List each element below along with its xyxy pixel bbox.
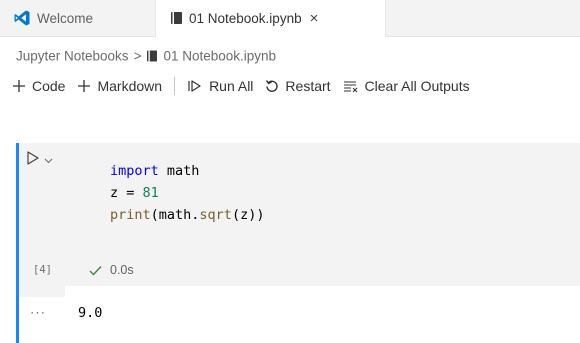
add-code-cell-button[interactable]: Code [6, 75, 71, 97]
code-token: (math. [150, 207, 200, 223]
output-more-actions-icon[interactable]: ··· [30, 305, 46, 320]
run-all-icon [187, 79, 203, 93]
code-number: 81 [142, 185, 159, 201]
cell-output: 9.0 [78, 305, 103, 321]
code-token: (z)) [231, 207, 265, 223]
toolbar-divider [174, 77, 176, 95]
breadcrumb: Jupyter Notebooks > 01 Notebook.ipynb [16, 49, 276, 64]
restart-button[interactable]: Restart [259, 75, 336, 97]
code-line: print(math.sqrt(z)) [110, 204, 264, 226]
notebook-toolbar: Code Markdown Run All Restart Clear All … [6, 75, 476, 97]
clear-all-outputs-label: Clear All Outputs [364, 78, 470, 94]
tab-welcome-label: Welcome [37, 10, 94, 26]
run-all-button[interactable]: Run All [181, 75, 259, 97]
code-token: z = [110, 185, 143, 201]
tab-notebook-label: 01 Notebook.ipynb [189, 10, 302, 26]
run-icon [26, 150, 40, 171]
output-focus-indicator [16, 292, 19, 343]
breadcrumb-separator: > [133, 48, 142, 64]
run-cell-button[interactable] [26, 150, 53, 171]
code-keyword: import [110, 163, 159, 179]
clear-all-icon [343, 79, 359, 93]
code-text: import math z = 81 print(math.sqrt(z)) [110, 160, 264, 226]
code-token: math [158, 163, 200, 179]
notebook-icon [146, 50, 158, 63]
clear-all-outputs-button[interactable]: Clear All Outputs [337, 75, 476, 97]
code-function: sqrt [199, 207, 232, 223]
cell-execution-status: 0.0s [89, 263, 134, 277]
breadcrumb-file[interactable]: 01 Notebook.ipynb [163, 49, 276, 64]
notebook-icon [170, 11, 183, 25]
add-markdown-label: Markdown [97, 78, 163, 94]
cell-focus-indicator [16, 143, 19, 297]
chevron-down-icon[interactable] [44, 158, 53, 164]
close-icon[interactable]: × [310, 11, 319, 26]
vscode-window: Welcome 01 Notebook.ipynb × Jupyter Note… [0, 0, 580, 343]
add-code-label: Code [32, 78, 66, 94]
execution-count: [4] [33, 264, 52, 276]
plus-icon [77, 79, 91, 93]
code-line: import math [110, 160, 264, 182]
vscode-logo-icon [13, 9, 31, 27]
check-icon [89, 265, 102, 276]
tab-welcome[interactable]: Welcome [0, 0, 156, 36]
tab-notebook[interactable]: 01 Notebook.ipynb × [156, 0, 386, 37]
code-line: z = 81 [110, 182, 264, 204]
execution-time: 0.0s [110, 263, 134, 277]
code-function: print [110, 207, 151, 223]
add-markdown-cell-button[interactable]: Markdown [71, 75, 168, 97]
plus-icon [12, 79, 26, 93]
restart-label: Restart [285, 78, 331, 94]
editor-tab-bar: Welcome 01 Notebook.ipynb × [0, 0, 580, 37]
run-all-label: Run All [209, 78, 254, 94]
breadcrumb-root[interactable]: Jupyter Notebooks [16, 49, 129, 64]
restart-icon [265, 79, 279, 93]
